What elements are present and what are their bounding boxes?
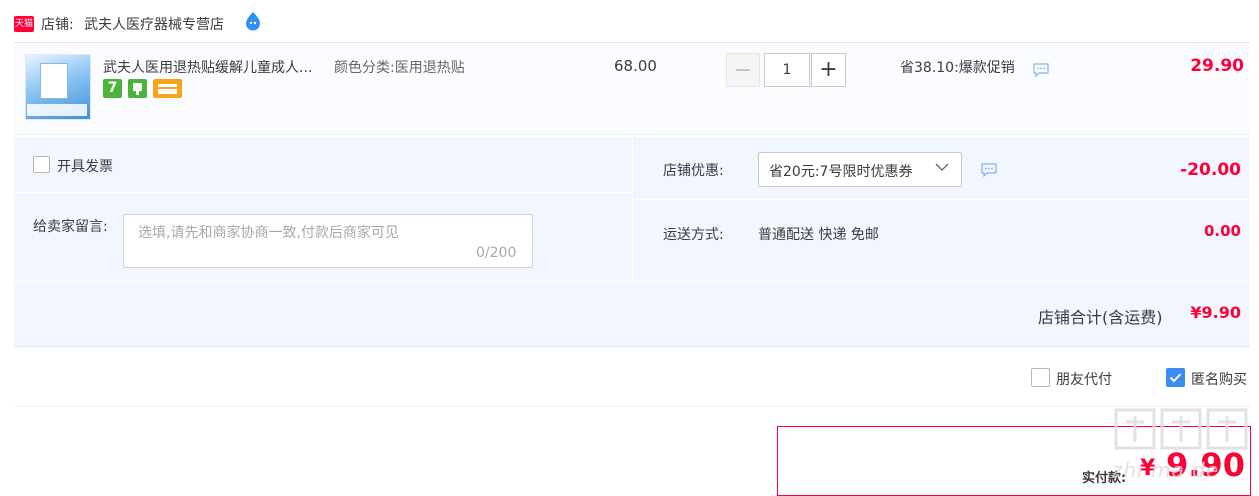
panel-divider: [14, 281, 1249, 282]
invoice-checkbox[interactable]: [33, 156, 50, 173]
shop-name-link[interactable]: 武夫人医疗器械专营店: [84, 14, 224, 34]
item-title-link[interactable]: 武夫人医用退热贴缓解儿童成人...: [103, 57, 312, 77]
panel-divider: [14, 192, 632, 193]
wangwang-chat-icon[interactable]: [243, 11, 263, 31]
anonymous-checkbox[interactable]: [1166, 368, 1185, 387]
shipping-method: 普通配送 快递 免邮: [758, 227, 879, 243]
message-icon[interactable]: [981, 163, 997, 177]
shop-subtotal-label: 店铺合计(含运费): [1038, 308, 1163, 327]
quantity-increase-button[interactable]: +: [811, 53, 846, 87]
watermark-text: zhi ma de: [1112, 458, 1220, 482]
memo-label: 给卖家留言:: [33, 219, 108, 235]
credit-card-icon[interactable]: [153, 79, 182, 98]
unit-price: 68.00: [614, 57, 657, 75]
guarantee-icon[interactable]: [128, 79, 147, 98]
row-divider: [14, 406, 1249, 407]
item-row-divider: [14, 134, 1249, 135]
panel-divider: [632, 137, 633, 281]
panel-divider: [633, 199, 1249, 200]
shipping-label: 运送方式:: [663, 227, 724, 243]
item-row: [14, 42, 1249, 135]
friend-pay-checkbox[interactable]: [1031, 368, 1050, 387]
memo-placeholder: 选填,请先和商家协商一致,付款后商家可见: [138, 225, 399, 241]
watermark-logo: [1114, 408, 1248, 450]
memo-char-counter: 0/200: [476, 245, 517, 261]
invoice-label[interactable]: 开具发票: [57, 156, 113, 176]
seven-day-return-icon[interactable]: 7: [103, 79, 122, 98]
quantity-input[interactable]: 1: [764, 53, 810, 87]
product-thumbnail-package: [40, 63, 68, 99]
shop-coupon-amount: -20.00: [1180, 160, 1241, 180]
item-sku: 颜色分类:医用退热贴: [334, 60, 465, 76]
shop-coupon-value[interactable]: 省20元:7号限时优惠券: [769, 161, 912, 181]
promotion-text: 省38.10:爆款促销: [900, 60, 1015, 76]
shipping-fee: 0.00: [1203, 222, 1241, 240]
shop-subtotal-amount: ¥9.90: [1190, 303, 1241, 322]
friend-pay-label[interactable]: 朋友代付: [1056, 369, 1112, 389]
chevron-down-icon[interactable]: [934, 161, 950, 173]
message-icon[interactable]: [1033, 63, 1049, 77]
product-thumbnail-banner: [27, 104, 87, 116]
shop-coupon-label: 店铺优惠:: [663, 163, 724, 179]
quantity-decrease-button[interactable]: −: [726, 53, 760, 87]
checkmark-icon: [1169, 373, 1182, 383]
anonymous-label[interactable]: 匿名购买: [1191, 369, 1247, 389]
item-total-price: 29.90: [1190, 56, 1244, 76]
panel-bottom-border: [14, 346, 1249, 347]
tmall-badge: 天猫: [14, 16, 34, 32]
shop-label: 店铺:: [41, 17, 74, 33]
